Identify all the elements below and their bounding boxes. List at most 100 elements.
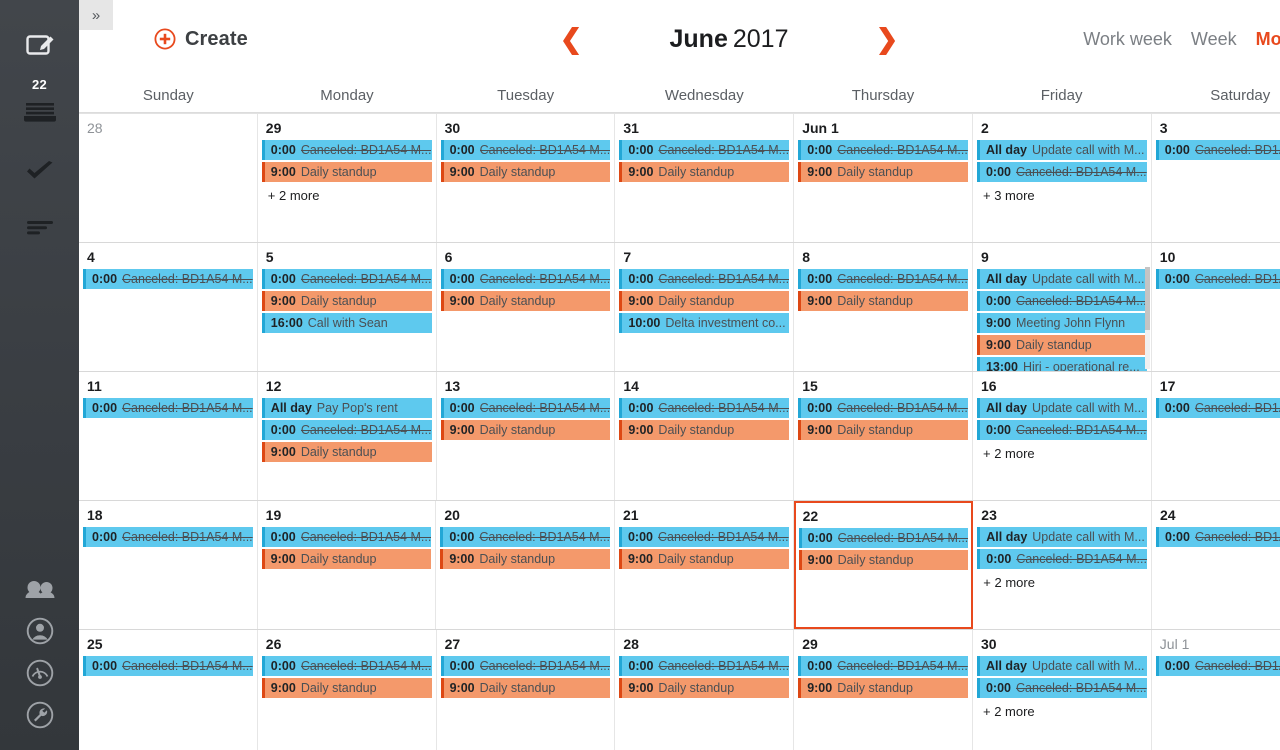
calendar-event[interactable]: 0:00 Canceled: BD1A54 M... xyxy=(440,269,611,289)
day-cell[interactable]: 28 xyxy=(79,114,258,242)
day-cell-scrollbar[interactable] xyxy=(1144,267,1150,369)
day-cell[interactable]: 30 0:00 Canceled: BD1A54 M... 9:00 Daily sta… xyxy=(436,114,616,242)
calendar-event[interactable]: 0:00 Canceled: BD1A54 M... xyxy=(261,420,432,440)
mail-button[interactable]: 22 xyxy=(0,77,79,134)
calendar-event[interactable]: 0:00 Canceled: BD1A54 M... xyxy=(83,269,253,289)
day-cell[interactable]: 3 0:00 Canceled: BD1A54 M... xyxy=(1151,114,1280,242)
more-events-link[interactable]: + 2 more xyxy=(262,182,432,203)
contacts-button[interactable] xyxy=(0,568,79,610)
more-events-link[interactable]: + 2 more xyxy=(977,569,1147,590)
day-cell[interactable]: Jul 1 0:00 Canceled: BD1A54 M... xyxy=(1151,630,1280,750)
calendar-event[interactable]: All day Update call with M... xyxy=(977,527,1147,547)
create-button[interactable]: Create xyxy=(154,28,248,51)
calendar-event[interactable]: 0:00 Canceled: BD1A54 M... xyxy=(261,656,432,676)
account-button[interactable] xyxy=(0,610,79,652)
calendar-event[interactable]: 9:00 Daily standup xyxy=(618,549,789,569)
compose-button[interactable] xyxy=(0,22,79,67)
day-cell[interactable]: 24 0:00 Canceled: BD1A54 M... xyxy=(1151,501,1280,629)
calendar-event[interactable]: 9:00 Daily standup xyxy=(440,549,610,569)
calendar-event[interactable]: 9:00 Daily standup xyxy=(798,291,968,311)
day-cell[interactable]: 4 0:00 Canceled: BD1A54 M... xyxy=(79,243,258,371)
calendar-event[interactable]: 9:00 Daily standup xyxy=(619,420,790,440)
calendar-event[interactable]: 9:00 Daily standup xyxy=(440,420,611,440)
calendar-event[interactable]: 0:00 Canceled: BD1A54 M... xyxy=(1155,140,1280,160)
day-cell[interactable]: 7 0:00 Canceled: BD1A54 M... 9:00 Daily stan… xyxy=(615,243,795,371)
calendar-event[interactable]: All day Update call with M... xyxy=(976,398,1147,418)
calendar-event[interactable]: 13:00 Hiri - operational re... xyxy=(976,357,1147,371)
calendar-event[interactable]: 10:00 Delta investment co... xyxy=(619,313,790,333)
calendar-event[interactable]: 0:00 Canceled: BD1A54 M... xyxy=(1155,398,1280,418)
calendar-event[interactable]: 0:00 Canceled: BD1A54 M... xyxy=(440,398,611,418)
day-cell[interactable]: 13 0:00 Canceled: BD1A54 M... 9:00 Daily sta… xyxy=(436,372,616,500)
calendar-event[interactable]: 16:00 Call with Sean xyxy=(261,313,432,333)
calendar-event[interactable]: 0:00 Canceled: BD1A54 M... xyxy=(1155,656,1280,676)
calendar-event[interactable]: 9:00 Daily standup xyxy=(798,162,968,182)
previous-month-button[interactable]: ❮ xyxy=(548,25,594,53)
calendar-event[interactable]: 0:00 Canceled: BD1A54 M... xyxy=(977,549,1147,569)
view-option-work-week[interactable]: Work week xyxy=(1083,29,1172,50)
calendar-event[interactable]: 9:00 Daily standup xyxy=(261,442,432,462)
notes-button[interactable] xyxy=(0,205,79,250)
tasks-button[interactable] xyxy=(0,148,79,193)
view-option-month[interactable]: Month xyxy=(1256,29,1280,50)
calendar-event[interactable]: 9:00 Daily standup xyxy=(798,420,968,440)
calendar-event[interactable]: 0:00 Canceled: BD1A54 M... xyxy=(976,291,1147,311)
calendar-event[interactable]: 0:00 Canceled: BD1A54 M... xyxy=(798,269,968,289)
more-events-link[interactable]: + 2 more xyxy=(977,440,1147,461)
calendar-event[interactable]: 0:00 Canceled: BD1A54 M... xyxy=(1155,527,1280,547)
dashboard-button[interactable] xyxy=(0,652,79,694)
more-events-link[interactable]: + 3 more xyxy=(977,182,1147,203)
calendar-event[interactable]: 9:00 Daily standup xyxy=(261,162,432,182)
calendar-event[interactable]: 0:00 Canceled: BD1A54 M... xyxy=(619,398,790,418)
day-cell[interactable]: 2 All day Update call with M... 0:00 Cancele… xyxy=(972,114,1152,242)
day-cell[interactable]: 9 All day Update call with M... 0:00 Cancele… xyxy=(972,243,1152,371)
calendar-event[interactable]: 0:00 Canceled: BD1A54 M... xyxy=(798,398,968,418)
day-cell[interactable]: 29 0:00 Canceled: BD1A54 M... 9:00 Daily sta… xyxy=(257,114,437,242)
day-cell[interactable]: 14 0:00 Canceled: BD1A54 M... 9:00 Daily sta… xyxy=(615,372,795,500)
view-option-week[interactable]: Week xyxy=(1191,29,1237,50)
calendar-event[interactable]: All day Update call with M... xyxy=(976,140,1147,160)
calendar-event[interactable]: 9:00 Daily standup xyxy=(619,678,790,698)
calendar-event[interactable]: 9:00 Daily standup xyxy=(440,291,611,311)
calendar-event[interactable]: 0:00 Canceled: BD1A54 M... xyxy=(261,140,432,160)
calendar-event[interactable]: 0:00 Canceled: BD1A54 M... xyxy=(261,527,432,547)
calendar-event[interactable]: 0:00 Canceled: BD1A54 M... xyxy=(976,420,1147,440)
calendar-event[interactable]: 9:00 Daily standup xyxy=(798,550,969,570)
day-cell[interactable]: 19 0:00 Canceled: BD1A54 M... 9:00 Daily sta… xyxy=(257,501,437,629)
day-cell[interactable]: 26 0:00 Canceled: BD1A54 M... 9:00 Daily sta… xyxy=(257,630,437,750)
calendar-event[interactable]: 9:00 Daily standup xyxy=(619,291,790,311)
calendar-event[interactable]: 9:00 Daily standup xyxy=(440,162,611,182)
settings-button[interactable] xyxy=(0,694,79,736)
day-cell[interactable]: 10 0:00 Canceled: BD1A54 M... xyxy=(1151,243,1280,371)
calendar-event[interactable]: 0:00 Canceled: BD1A54 M... xyxy=(798,528,969,548)
calendar-event[interactable]: 9:00 Daily standup xyxy=(261,549,432,569)
calendar-event[interactable]: 9:00 Daily standup xyxy=(976,335,1147,355)
calendar-event[interactable]: 0:00 Canceled: BD1A54 M... xyxy=(976,678,1147,698)
day-cell[interactable]: 6 0:00 Canceled: BD1A54 M... 9:00 Daily stan… xyxy=(436,243,616,371)
calendar-event[interactable]: 0:00 Canceled: BD1A54 M... xyxy=(440,656,611,676)
day-cell[interactable]: 28 0:00 Canceled: BD1A54 M... 9:00 Daily sta… xyxy=(615,630,795,750)
calendar-event[interactable]: 0:00 Canceled: BD1A54 M... xyxy=(619,656,790,676)
calendar-event[interactable]: 0:00 Canceled: BD1A54 M... xyxy=(798,656,968,676)
calendar-event[interactable]: All day Update call with M... xyxy=(976,269,1147,289)
day-cell[interactable]: 12 All day Pay Pop's rent 0:00 Canceled: BD1… xyxy=(257,372,437,500)
calendar-event[interactable]: 0:00 Canceled: BD1A54 M... xyxy=(619,140,790,160)
day-cell[interactable]: 11 0:00 Canceled: BD1A54 M... xyxy=(79,372,258,500)
day-cell[interactable]: 23 All day Update call with M... 0:00 Cancel… xyxy=(973,501,1152,629)
calendar-event[interactable]: 0:00 Canceled: BD1A54 M... xyxy=(1155,269,1280,289)
calendar-event[interactable]: All day Pay Pop's rent xyxy=(261,398,432,418)
next-month-button[interactable]: ❯ xyxy=(864,25,910,53)
calendar-event[interactable]: 0:00 Canceled: BD1A54 M... xyxy=(440,140,611,160)
more-events-link[interactable]: + 2 more xyxy=(977,698,1147,719)
calendar-event[interactable]: 9:00 Daily standup xyxy=(619,162,790,182)
calendar-event[interactable]: 0:00 Canceled: BD1A54 M... xyxy=(618,527,789,547)
calendar-event[interactable]: 0:00 Canceled: BD1A54 M... xyxy=(798,140,968,160)
day-cell[interactable]: 27 0:00 Canceled: BD1A54 M... 9:00 Daily sta… xyxy=(436,630,616,750)
calendar-event[interactable]: 0:00 Canceled: BD1A54 M... xyxy=(619,269,790,289)
calendar-event[interactable]: 0:00 Canceled: BD1A54 M... xyxy=(83,398,253,418)
calendar-event[interactable]: 0:00 Canceled: BD1A54 M... xyxy=(83,527,253,547)
calendar-event[interactable]: 9:00 Daily standup xyxy=(798,678,968,698)
day-cell[interactable]: 18 0:00 Canceled: BD1A54 M... xyxy=(79,501,258,629)
calendar-event[interactable]: 9:00 Daily standup xyxy=(261,291,432,311)
calendar-event[interactable]: All day Update call with M... xyxy=(976,656,1147,676)
